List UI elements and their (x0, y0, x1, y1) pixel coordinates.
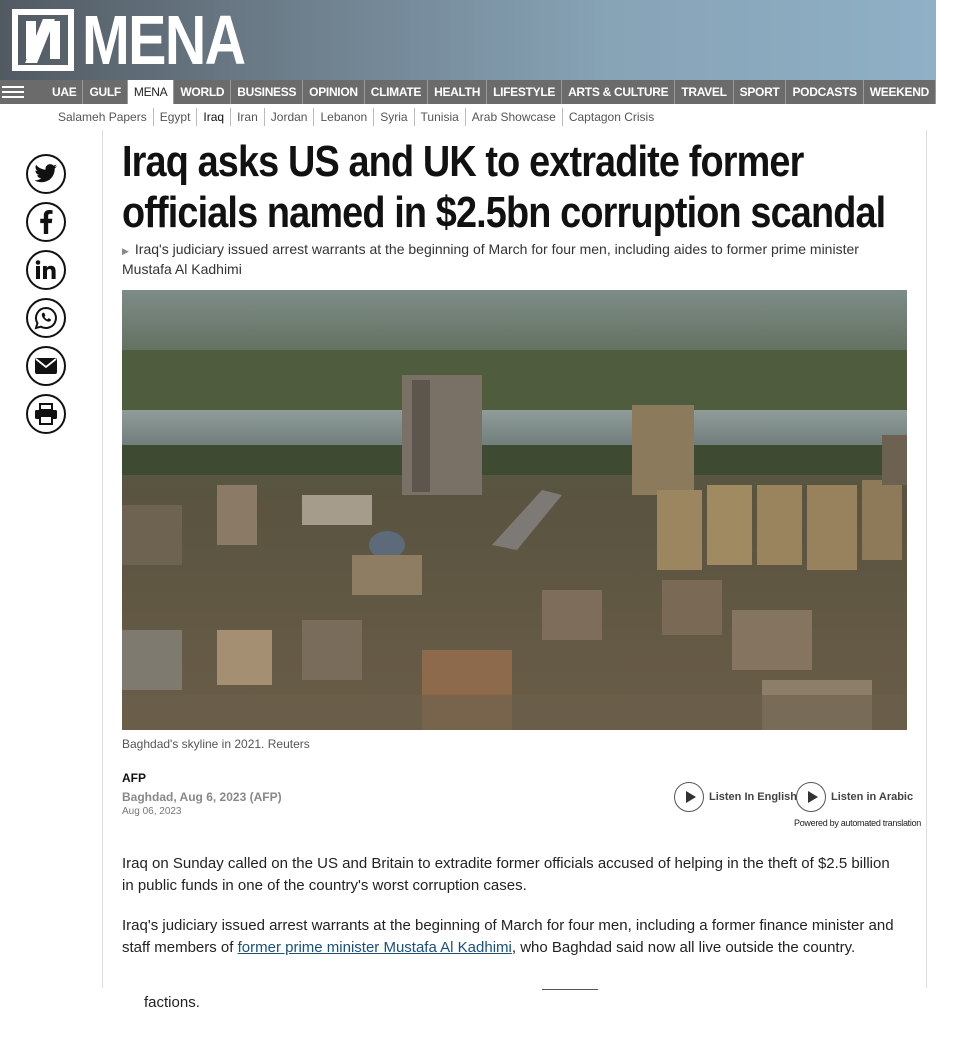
masthead: MENA (0, 0, 936, 80)
nav-item-sport[interactable]: SPORT (734, 80, 787, 104)
facebook-icon[interactable] (26, 202, 66, 242)
subnav-item-syria[interactable]: Syria (374, 108, 415, 126)
nav-item-podcasts[interactable]: PODCASTS (786, 80, 864, 104)
article-standfirst: ▶ Iraq's judiciary issued arrest warrants… (122, 240, 912, 278)
subnav-item-jordan[interactable]: Jordan (265, 108, 315, 126)
publish-date: Aug 06, 2023 (122, 806, 182, 817)
subnav-item-captagon-crisis[interactable]: Captagon Crisis (563, 108, 660, 126)
standfirst-text: Iraq's judiciary issued arrest warrants … (122, 241, 859, 277)
dateline: Baghdad, Aug 6, 2023 (AFP) (122, 790, 282, 804)
nav-item-uae[interactable]: UAE (46, 80, 84, 104)
share-rail (26, 154, 66, 434)
nav-item-business[interactable]: BUSINESS (231, 80, 304, 104)
article-paragraph: Iraq on Sunday called on the US and Brit… (122, 855, 890, 894)
listen-english-label: Listen In English (709, 791, 798, 803)
paragraph-text: , who Baghdad said now all live outside … (511, 938, 856, 956)
whatsapp-icon[interactable] (26, 298, 66, 338)
sub-nav: Salameh Papers Egypt Iraq Iran Jordan Lebanon… (52, 108, 660, 126)
nav-item-travel[interactable]: TRAVEL (675, 80, 734, 104)
article-headline: Iraq asks US and UK to extradite former … (122, 137, 886, 237)
subnav-item-arab-showcase[interactable]: Arab Showcase (466, 108, 563, 126)
article-paragraph: Iraq's judiciary issued arrest warrants … (122, 915, 902, 958)
subnav-item-iraq[interactable]: Iraq (197, 108, 232, 126)
nav-item-climate[interactable]: CLIMATE (365, 80, 429, 104)
subnav-item-iran[interactable]: Iran (231, 108, 265, 126)
link-underline-fragment (542, 989, 598, 990)
hero-image[interactable] (122, 290, 907, 730)
logo-n-mark (12, 9, 74, 71)
nav-item-arts-culture[interactable]: ARTS & CULTURE (562, 80, 676, 104)
subnav-item-salameh-papers[interactable]: Salameh Papers (52, 108, 154, 126)
menu-icon[interactable] (0, 80, 26, 104)
listen-arabic-label: Listen in Arabic (831, 791, 914, 803)
logo-text: MENA (82, 1, 246, 79)
nav-item-opinion[interactable]: OPINION (303, 80, 365, 104)
email-icon[interactable] (26, 346, 66, 386)
print-icon[interactable] (26, 394, 66, 434)
nav-item-health[interactable]: HEALTH (428, 80, 488, 104)
main-nav: UAE GULF MENA WORLD BUSINESS OPINION CLIMATE HE… (0, 80, 936, 104)
linkedin-icon[interactable] (26, 250, 66, 290)
nav-item-mena[interactable]: MENA (127, 80, 175, 104)
site-logo[interactable]: MENA (12, 1, 280, 79)
subnav-item-lebanon[interactable]: Lebanon (314, 108, 375, 126)
nav-item-lifestyle[interactable]: LIFESTYLE (487, 80, 563, 104)
listen-english-button[interactable]: Listen In English (674, 782, 797, 812)
overflow-text: factions. (144, 994, 200, 1011)
article-frame-left (102, 130, 103, 988)
nav-item-weekend[interactable]: WEEKEND (864, 80, 936, 104)
twitter-icon[interactable] (26, 154, 66, 194)
powered-by-note: Powered by automated translation (794, 818, 921, 828)
play-icon (796, 782, 826, 812)
subnav-item-egypt[interactable]: Egypt (154, 108, 198, 126)
author-name[interactable]: AFP (122, 771, 146, 785)
nav-item-gulf[interactable]: GULF (83, 80, 128, 104)
play-icon (674, 782, 704, 812)
image-caption: Baghdad's skyline in 2021. Reuters (122, 737, 310, 751)
nav-item-world[interactable]: WORLD (174, 80, 232, 104)
kadhimi-link[interactable]: former prime minister Mustafa Al Kadhimi (238, 939, 512, 956)
subnav-item-tunisia[interactable]: Tunisia (415, 108, 466, 126)
triangle-icon: ▶ (122, 246, 129, 256)
nav-items: UAE GULF MENA WORLD BUSINESS OPINION CLIMATE HE… (46, 80, 936, 104)
listen-arabic-button[interactable]: Listen in Arabic (796, 782, 913, 812)
article-frame-right (926, 130, 927, 988)
